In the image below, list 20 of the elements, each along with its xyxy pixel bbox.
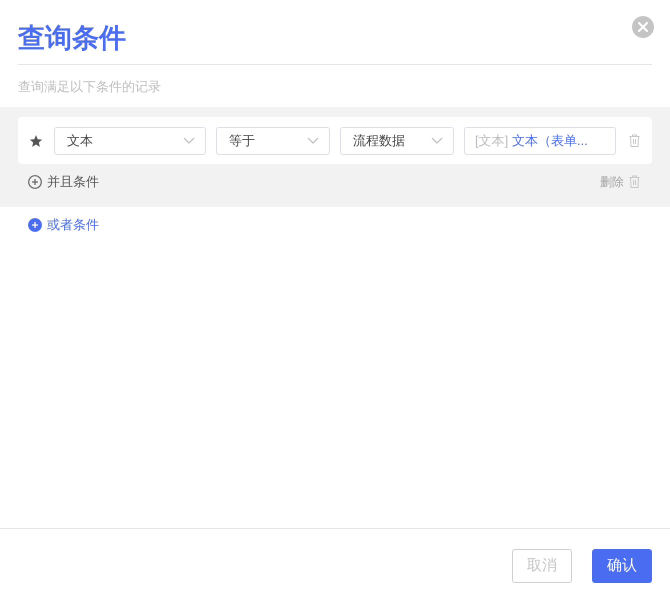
trash-icon[interactable] [629, 134, 640, 147]
chevron-down-icon [431, 137, 443, 144]
trash-icon[interactable] [629, 175, 640, 188]
delete-group-button[interactable]: 删除 [600, 172, 640, 190]
add-and-condition-button[interactable]: 并且条件 [28, 172, 99, 192]
confirm-button[interactable]: 确认 [592, 549, 652, 583]
star-icon[interactable] [29, 134, 43, 148]
field-select[interactable]: 文本 [54, 126, 206, 154]
plus-circle-icon [28, 174, 42, 188]
dialog-title: 查询条件 [18, 22, 126, 55]
operator-select[interactable]: 等于 [216, 126, 330, 154]
plus-circle-icon [28, 218, 42, 232]
source-select[interactable]: 流程数据 [340, 126, 454, 154]
subtitle: 查询满足以下条件的记录 [18, 78, 161, 96]
chevron-down-icon [307, 137, 319, 144]
add-or-condition-button[interactable]: 或者条件 [28, 216, 99, 234]
close-button[interactable] [632, 16, 654, 38]
close-icon [638, 22, 648, 32]
value-field[interactable]: [文本] 文本（表单... [464, 126, 616, 154]
chevron-down-icon [183, 137, 195, 144]
